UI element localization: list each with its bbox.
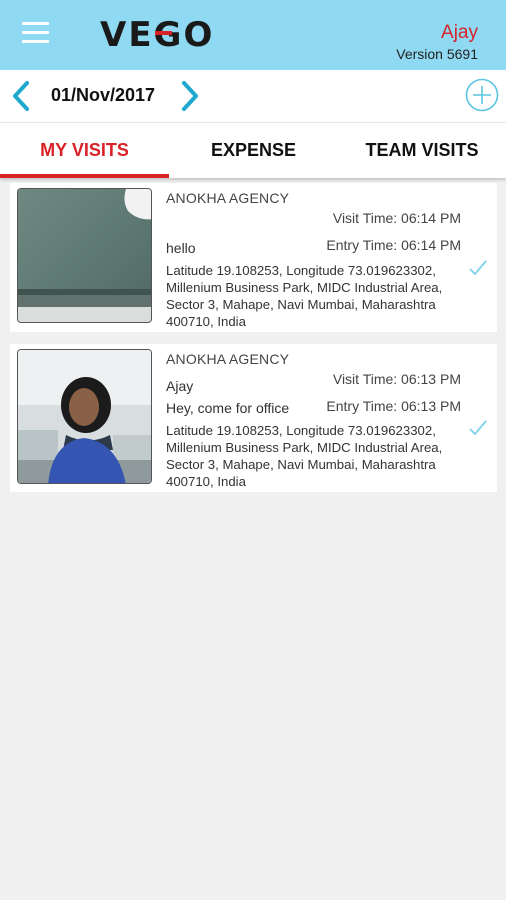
visit-address: Latitude 19.108253, Longitude 73.0196233… (166, 263, 443, 329)
visit-address: Latitude 19.108253, Longitude 73.0196233… (166, 423, 443, 489)
visit-photo (17, 188, 152, 323)
visit-card[interactable]: ANOKHA AGENCY Ajay Visit Time: 06:13 PM … (10, 344, 497, 492)
app-version: Version 5691 (396, 46, 478, 62)
app-header: VEGO Ajay Version 5691 (0, 0, 506, 70)
selected-date[interactable]: 01/Nov/2017 (51, 85, 155, 106)
date-selector-bar: 01/Nov/2017 (0, 70, 506, 122)
visit-card[interactable]: ANOKHA AGENCY Visit Time: 06:14 PM hello… (10, 183, 497, 332)
entry-time: Entry Time: 06:13 PM (326, 398, 461, 414)
visit-time: Visit Time: 06:14 PM (332, 210, 461, 226)
visit-photo (17, 349, 152, 484)
tab-expense[interactable]: EXPENSE (169, 123, 338, 179)
tab-my-visits[interactable]: MY VISITS (0, 123, 169, 179)
tab-bar: MY VISITS EXPENSE TEAM VISITS (0, 122, 506, 178)
visit-remark: Hey, come for office (166, 400, 290, 416)
visit-time: Visit Time: 06:13 PM (332, 371, 461, 387)
agency-name: ANOKHA AGENCY (166, 351, 290, 367)
agency-name: ANOKHA AGENCY (166, 190, 290, 206)
tab-team-visits[interactable]: TEAM VISITS (338, 123, 506, 179)
chevron-right-icon[interactable] (179, 80, 201, 112)
entry-time: Entry Time: 06:14 PM (326, 237, 461, 253)
visit-remark: hello (166, 240, 196, 256)
active-tab-indicator (0, 174, 169, 178)
add-circle-icon[interactable] (465, 78, 499, 112)
visit-person: Ajay (166, 378, 194, 394)
check-icon (468, 418, 488, 438)
chevron-left-icon[interactable] (10, 80, 32, 112)
check-icon (468, 258, 488, 278)
user-name: Ajay (441, 22, 478, 43)
hamburger-menu-icon[interactable] (22, 22, 58, 48)
vego-logo: VEGO (100, 15, 215, 55)
